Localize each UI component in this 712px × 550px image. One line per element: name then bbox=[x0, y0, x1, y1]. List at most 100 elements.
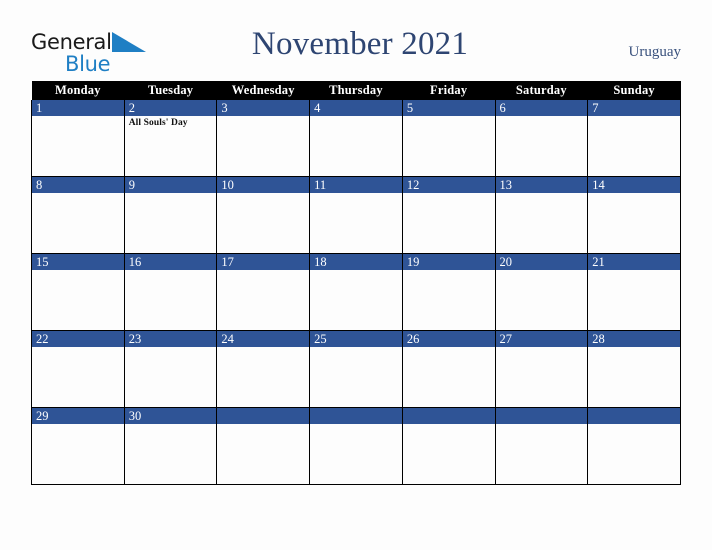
day-events bbox=[217, 116, 309, 118]
day-number: 2 bbox=[124, 100, 217, 116]
day-events bbox=[588, 193, 680, 195]
day-number: 30 bbox=[124, 408, 217, 424]
day-events bbox=[310, 424, 402, 426]
day-events bbox=[217, 193, 309, 195]
calendar-day-cell[interactable]: 1 bbox=[31, 100, 125, 177]
calendar-day-cell[interactable] bbox=[401, 407, 496, 485]
day-number: 1 bbox=[32, 100, 124, 116]
calendar-day-cell[interactable]: 11 bbox=[309, 176, 403, 254]
day-number: 6 bbox=[495, 100, 588, 116]
calendar-day-cell[interactable]: 17 bbox=[216, 253, 311, 331]
calendar-day-cell[interactable]: 16 bbox=[123, 253, 218, 331]
calendar-day-cell[interactable]: 26 bbox=[401, 330, 496, 408]
day-events bbox=[496, 270, 588, 272]
weekday-header-thursday: Thursday bbox=[309, 81, 403, 100]
day-number: 11 bbox=[310, 177, 402, 193]
calendar-day-cell[interactable]: 12 bbox=[401, 176, 496, 254]
day-number: 8 bbox=[32, 177, 124, 193]
weekday-header-monday: Monday bbox=[31, 81, 125, 100]
generalblue-logo[interactable]: General Blue bbox=[31, 30, 151, 76]
calendar-day-cell[interactable]: 19 bbox=[401, 253, 496, 331]
calendar-day-cell[interactable]: 23 bbox=[123, 330, 218, 408]
weekday-header-sunday: Sunday bbox=[587, 81, 681, 100]
calendar-week-row: 29 30 bbox=[31, 407, 681, 485]
calendar-weeks: 1 2 All Souls' Day 3 4 5 6 7 8 9 10 11 12 13 14 15 16 17 1… bbox=[31, 100, 681, 485]
day-events bbox=[496, 424, 588, 426]
page-header: General Blue November 2021 Uruguay bbox=[0, 0, 712, 80]
calendar-week-row: 22 23 24 25 26 27 28 bbox=[31, 330, 681, 408]
page-title: November 2021 bbox=[251, 26, 469, 62]
day-events bbox=[32, 270, 124, 272]
calendar-day-cell[interactable]: 4 bbox=[309, 100, 403, 177]
calendar-day-cell[interactable] bbox=[587, 407, 681, 485]
calendar-day-cell[interactable]: 22 bbox=[31, 330, 125, 408]
day-events bbox=[403, 193, 495, 195]
day-events bbox=[32, 116, 124, 118]
day-number: 17 bbox=[217, 254, 310, 270]
day-events bbox=[125, 270, 217, 272]
day-events bbox=[496, 116, 588, 118]
day-events bbox=[32, 424, 124, 426]
day-events bbox=[217, 424, 309, 426]
day-number: 9 bbox=[124, 177, 217, 193]
logo-text-general: General bbox=[31, 30, 112, 54]
day-events bbox=[125, 193, 217, 195]
day-events bbox=[125, 347, 217, 349]
calendar-day-cell[interactable]: 5 bbox=[401, 100, 496, 177]
day-number bbox=[310, 408, 402, 424]
calendar-day-cell[interactable]: 20 bbox=[494, 253, 589, 331]
day-events bbox=[32, 193, 124, 195]
day-number bbox=[588, 408, 680, 424]
day-number: 7 bbox=[588, 100, 680, 116]
country-label: Uruguay bbox=[628, 44, 682, 60]
day-events bbox=[496, 193, 588, 195]
triangle-logo-icon bbox=[111, 32, 146, 56]
day-events bbox=[217, 347, 309, 349]
day-events bbox=[310, 193, 402, 195]
day-events bbox=[403, 116, 495, 118]
calendar-day-cell[interactable]: 18 bbox=[309, 253, 403, 331]
event-label: All Souls' Day bbox=[128, 118, 188, 128]
logo-bottom-row: Blue bbox=[31, 53, 151, 75]
calendar-day-cell[interactable]: 10 bbox=[216, 176, 311, 254]
day-number: 14 bbox=[588, 177, 680, 193]
day-number: 28 bbox=[588, 331, 680, 347]
weekday-header-friday: Friday bbox=[402, 81, 496, 100]
day-events bbox=[403, 270, 495, 272]
day-events bbox=[32, 347, 124, 349]
calendar-day-cell[interactable]: 2 All Souls' Day bbox=[123, 100, 218, 177]
calendar-week-row: 15 16 17 18 19 20 21 bbox=[31, 253, 681, 331]
calendar-day-cell[interactable] bbox=[309, 407, 403, 485]
calendar-day-cell[interactable]: 3 bbox=[216, 100, 311, 177]
day-number: 5 bbox=[402, 100, 495, 116]
calendar-day-cell[interactable]: 27 bbox=[494, 330, 589, 408]
weekday-header-saturday: Saturday bbox=[495, 81, 588, 100]
day-number: 16 bbox=[124, 254, 217, 270]
day-events bbox=[310, 270, 402, 272]
calendar-page: General Blue November 2021 Uruguay Monda… bbox=[0, 0, 712, 550]
calendar-day-cell[interactable]: 28 bbox=[587, 330, 681, 408]
calendar-week-row: 1 2 All Souls' Day 3 4 5 6 7 bbox=[31, 100, 681, 177]
calendar-day-cell[interactable]: 13 bbox=[494, 176, 589, 254]
calendar-day-cell[interactable]: 30 bbox=[123, 407, 218, 485]
day-number: 25 bbox=[310, 331, 402, 347]
calendar-day-cell[interactable] bbox=[494, 407, 589, 485]
calendar-day-cell[interactable]: 29 bbox=[31, 407, 125, 485]
day-events bbox=[403, 347, 495, 349]
day-events bbox=[310, 116, 402, 118]
calendar-day-cell[interactable]: 14 bbox=[587, 176, 681, 254]
day-number bbox=[217, 408, 310, 424]
calendar-day-cell[interactable]: 8 bbox=[31, 176, 125, 254]
calendar-day-cell[interactable]: 9 bbox=[123, 176, 218, 254]
logo-text-blue: Blue bbox=[65, 52, 111, 76]
calendar-day-cell[interactable]: 6 bbox=[494, 100, 589, 177]
calendar-day-cell[interactable]: 25 bbox=[309, 330, 403, 408]
calendar-day-cell[interactable]: 24 bbox=[216, 330, 311, 408]
day-number: 19 bbox=[402, 254, 495, 270]
day-number: 29 bbox=[32, 408, 124, 424]
calendar-day-cell[interactable]: 15 bbox=[31, 253, 125, 331]
calendar-day-cell[interactable]: 7 bbox=[587, 100, 681, 177]
calendar-day-cell[interactable]: 21 bbox=[587, 253, 681, 331]
weekday-header-tuesday: Tuesday bbox=[124, 81, 217, 100]
calendar-day-cell[interactable] bbox=[216, 407, 311, 485]
